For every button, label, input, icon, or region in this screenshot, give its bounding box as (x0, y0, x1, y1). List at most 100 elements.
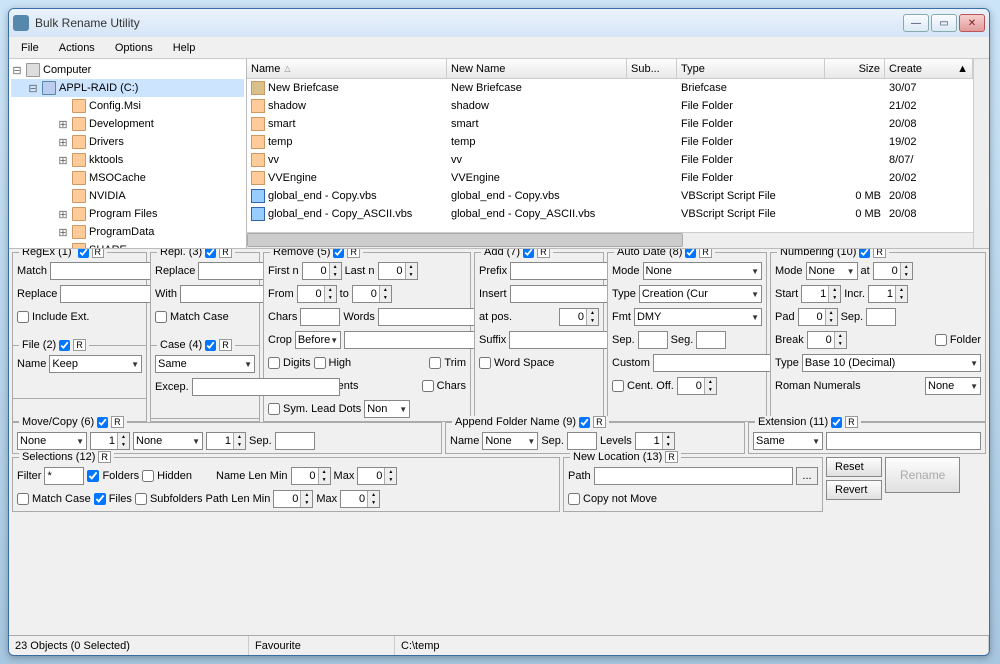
numbering-sep-input[interactable] (866, 308, 896, 326)
autodate-enable[interactable] (685, 249, 696, 258)
autodate-cent[interactable] (612, 380, 624, 392)
remove-digits[interactable] (268, 357, 280, 369)
selections-match-case[interactable] (17, 493, 29, 505)
remove-leaddots-select[interactable]: Non (364, 400, 410, 418)
tree-item[interactable]: SHARE (11, 241, 244, 248)
remove-lastn[interactable]: ▲▼ (378, 262, 418, 280)
numbering-pad[interactable]: ▲▼ (798, 308, 838, 326)
menu-options[interactable]: Options (107, 40, 161, 56)
list-row[interactable]: VVEngine VVEngine File Folder 20/02 (247, 169, 973, 187)
remove-chars2[interactable] (422, 380, 434, 392)
list-row[interactable]: global_end - Copy.vbs global_end - Copy.… (247, 187, 973, 205)
expand-icon[interactable]: ⊞ (57, 136, 69, 149)
tree-item[interactable]: ⊞Drivers (11, 133, 244, 151)
selections-hidden[interactable] (142, 470, 154, 482)
numbering-mode-select[interactable]: None (806, 262, 858, 280)
remove-crop-select[interactable]: Before (295, 331, 341, 349)
case-reset[interactable]: R (219, 339, 232, 351)
autodate-off[interactable]: ▲▼ (677, 377, 717, 395)
tree-item[interactable]: NVIDIA (11, 187, 244, 205)
col-sub[interactable]: Sub... (627, 59, 677, 78)
append-levels[interactable]: ▲▼ (635, 432, 675, 450)
autodate-fmt-select[interactable]: DMY (634, 308, 762, 326)
tree-drive[interactable]: APPL-RAID (C:) (59, 82, 138, 94)
revert-button[interactable]: Revert (826, 480, 882, 500)
selections-filter-input[interactable] (44, 467, 84, 485)
sel-namelen-min[interactable]: ▲▼ (291, 467, 331, 485)
case-enable[interactable] (205, 340, 216, 351)
maximize-button[interactable]: ▭ (931, 14, 957, 32)
selections-files[interactable] (94, 493, 106, 505)
remove-from[interactable]: ▲▼ (297, 285, 337, 303)
add-atpos[interactable]: ▲▼ (559, 308, 599, 326)
remove-crop-input[interactable] (344, 331, 492, 349)
movecopy-sel1[interactable]: None (17, 432, 87, 450)
autodate-sep-input[interactable] (638, 331, 668, 349)
list-row[interactable]: vv vv File Folder 8/07/ (247, 151, 973, 169)
add-word-space[interactable] (479, 357, 491, 369)
append-enable[interactable] (579, 417, 590, 428)
repl-enable[interactable] (205, 249, 216, 258)
v-scrollbar[interactable] (973, 59, 989, 248)
movecopy-reset[interactable]: R (111, 416, 124, 428)
expand-icon[interactable]: ⊞ (57, 154, 69, 167)
folder-tree[interactable]: ⊟Computer ⊟APPL-RAID (C:) Config.Msi⊞Dev… (9, 59, 247, 248)
numbering-at[interactable]: ▲▼ (873, 262, 913, 280)
repl-reset[interactable]: R (219, 249, 232, 258)
remove-to[interactable]: ▲▼ (352, 285, 392, 303)
menu-help[interactable]: Help (165, 40, 204, 56)
menu-actions[interactable]: Actions (51, 40, 103, 56)
numbering-break[interactable]: ▲▼ (807, 331, 847, 349)
numbering-roman-select[interactable]: None (925, 377, 981, 395)
regex-enable[interactable] (78, 249, 89, 258)
file-enable[interactable] (59, 340, 70, 351)
expand-icon[interactable]: ⊞ (57, 226, 69, 239)
collapse-icon[interactable]: ⊟ (27, 82, 39, 95)
col-newname[interactable]: New Name (447, 59, 627, 78)
add-reset[interactable]: R (537, 249, 550, 258)
numbering-incr[interactable]: ▲▼ (868, 285, 908, 303)
ext-select[interactable]: Same (753, 432, 823, 450)
file-name-select[interactable]: Keep (49, 355, 142, 373)
selections-subfolders[interactable] (135, 493, 147, 505)
append-name-select[interactable]: None (482, 432, 538, 450)
selections-reset[interactable]: R (98, 451, 111, 463)
rename-button[interactable]: Rename (885, 457, 960, 493)
movecopy-n2[interactable]: ▲▼ (206, 432, 246, 450)
remove-firstn[interactable]: ▲▼ (302, 262, 342, 280)
tree-item[interactable]: ⊞Development (11, 115, 244, 133)
tree-item[interactable]: Config.Msi (11, 97, 244, 115)
remove-reset[interactable]: R (347, 249, 360, 258)
movecopy-sep-input[interactable] (275, 432, 315, 450)
list-row[interactable]: temp temp File Folder 19/02 (247, 133, 973, 151)
file-reset[interactable]: R (73, 339, 86, 351)
list-row[interactable]: New Briefcase New Briefcase Briefcase 30… (247, 79, 973, 97)
selections-folders[interactable] (87, 470, 99, 482)
list-body[interactable]: New Briefcase New Briefcase Briefcase 30… (247, 79, 973, 232)
numbering-folder[interactable] (935, 334, 947, 346)
tree-item[interactable]: MSOCache (11, 169, 244, 187)
h-scrollbar[interactable] (247, 232, 973, 248)
list-row[interactable]: global_end - Copy_ASCII.vbs global_end -… (247, 205, 973, 223)
close-button[interactable]: ✕ (959, 14, 985, 32)
newloc-path-input[interactable] (594, 467, 793, 485)
add-enable[interactable] (523, 249, 534, 258)
expand-icon[interactable]: ⊞ (57, 118, 69, 131)
ext-input[interactable] (826, 432, 981, 450)
autodate-mode-select[interactable]: None (643, 262, 762, 280)
expand-icon[interactable]: ⊞ (57, 208, 69, 221)
autodate-seg-input[interactable] (696, 331, 726, 349)
sel-namelen-max[interactable]: ▲▼ (357, 467, 397, 485)
col-type[interactable]: Type (677, 59, 825, 78)
autodate-reset[interactable]: R (699, 249, 712, 258)
sel-pathlen-max[interactable]: ▲▼ (340, 490, 380, 508)
tree-item[interactable]: ⊞Program Files (11, 205, 244, 223)
newloc-copy-not-move[interactable] (568, 493, 580, 505)
remove-sym[interactable] (268, 403, 280, 415)
col-name[interactable]: Name△ (247, 59, 447, 78)
browse-button[interactable]: ... (796, 467, 818, 485)
col-size[interactable]: Size (825, 59, 885, 78)
remove-enable[interactable] (333, 249, 344, 258)
tree-item[interactable]: ⊞ProgramData (11, 223, 244, 241)
numbering-enable[interactable] (859, 249, 870, 258)
